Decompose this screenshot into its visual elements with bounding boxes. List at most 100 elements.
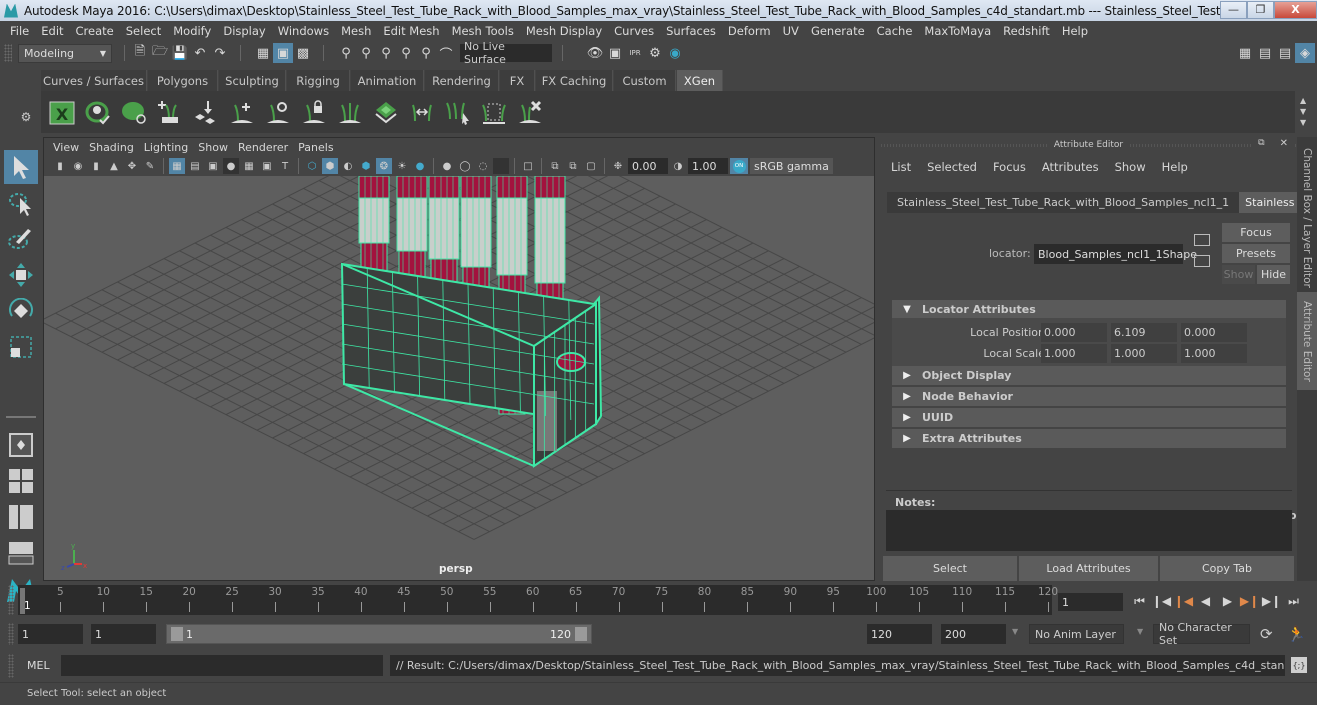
menu-edit-mesh[interactable]: Edit Mesh (377, 24, 445, 38)
step-back-frame-icon[interactable]: ❙◀ (1152, 591, 1171, 611)
rotate-tool-icon[interactable] (4, 294, 38, 328)
shelf-tab-rendering[interactable]: Rendering (425, 70, 499, 91)
grid-icon[interactable]: ▦ (169, 158, 185, 174)
step-back-key-icon[interactable]: ❙◀ (1174, 591, 1193, 611)
depth-of-field-icon[interactable] (493, 158, 509, 174)
safe-title-icon[interactable]: T (277, 158, 293, 174)
isolate-select-icon[interactable]: □ (520, 158, 536, 174)
menu-help[interactable]: Help (1056, 24, 1094, 38)
snap-point-icon[interactable]: ⚲ (376, 43, 396, 63)
select-guides-icon[interactable] (443, 97, 473, 127)
live-surface-field[interactable]: No Live Surface (460, 40, 552, 66)
wireframe-icon[interactable]: ⬡ (304, 158, 320, 174)
show-button[interactable]: Show (1222, 265, 1255, 284)
split-guide-icon[interactable] (335, 97, 365, 127)
playback-end-field[interactable]: 120 (867, 624, 932, 644)
viewport-menu-view[interactable]: View (50, 141, 86, 154)
shelf-tab-fx-caching[interactable]: FX Caching (536, 70, 613, 91)
motion-blur-icon[interactable]: ◯ (457, 158, 473, 174)
ipr-render-icon[interactable]: IPR (625, 43, 645, 63)
viewport-menu-renderer[interactable]: Renderer (235, 141, 295, 154)
select-component-icon[interactable]: ▩ (293, 43, 313, 63)
go-to-end-icon[interactable]: ⏭ (1284, 591, 1303, 611)
camera-attributes-icon[interactable]: ◉ (70, 158, 86, 174)
menu-modify[interactable]: Modify (167, 24, 217, 38)
local-position-x-field[interactable]: 0.000 (1041, 323, 1107, 342)
scale-tool-icon[interactable] (4, 330, 38, 364)
shelf-tab-fx[interactable]: FX (500, 70, 535, 91)
shelf-settings-icon[interactable]: ⚙ (21, 110, 32, 124)
select-hierarchy-icon[interactable]: ▦ (253, 43, 273, 63)
textured-icon[interactable]: ❂ (376, 158, 392, 174)
snap-curve-icon[interactable]: ⚲ (356, 43, 376, 63)
field-chart-icon[interactable]: ▦ (241, 158, 257, 174)
command-input[interactable] (61, 655, 383, 676)
open-scene-icon[interactable]: 🗁 (150, 43, 170, 63)
shelf-tab-animation[interactable]: Animation (351, 70, 424, 91)
close-panel-icon[interactable]: ✕ (1273, 138, 1294, 149)
play-forwards-icon[interactable]: ▶ (1218, 591, 1237, 611)
output-connections-icon[interactable] (1194, 255, 1210, 267)
select-object-icon[interactable]: ▣ (273, 43, 293, 63)
menu-edit[interactable]: Edit (35, 24, 69, 38)
resolution-gate-icon[interactable]: ▣ (205, 158, 221, 174)
menu-mesh[interactable]: Mesh (335, 24, 377, 38)
channel-box-toggle-icon[interactable]: ▤ (1255, 43, 1275, 63)
safe-action-icon[interactable]: ▣ (259, 158, 275, 174)
render-current-frame-icon[interactable]: ▣ (605, 43, 625, 63)
viewport-menu-panels[interactable]: Panels (295, 141, 340, 154)
single-perspective-layout-icon[interactable] (4, 428, 38, 462)
menu-curves[interactable]: Curves (608, 24, 660, 38)
xray-joints-icon[interactable]: ▢ (583, 158, 599, 174)
hypershade-icon[interactable]: ◉ (665, 43, 685, 63)
shadows-icon[interactable]: ● (412, 158, 428, 174)
viewport-persp[interactable]: View Shading Lighting Show Renderer Pane… (43, 137, 875, 581)
tool-settings-icon[interactable]: ▤ (1275, 43, 1295, 63)
exposure-field[interactable]: 0.00 (628, 158, 668, 174)
move-tool-icon[interactable] (4, 258, 38, 292)
select-camera-icon[interactable]: ▮ (52, 158, 68, 174)
xray-icon[interactable]: ⧉ (547, 158, 563, 174)
select-button[interactable]: Select (883, 556, 1017, 581)
animation-end-field[interactable]: 200 (941, 624, 1006, 644)
new-scene-icon[interactable]: 🗎 (130, 43, 150, 63)
section-extra-attributes[interactable]: ▶ Extra Attributes (892, 429, 1286, 448)
guide-visibility-icon[interactable] (263, 97, 293, 127)
lasso-tool-icon[interactable] (4, 186, 38, 220)
viewport-menu-shading[interactable]: Shading (86, 141, 141, 154)
bookmark-icon[interactable]: ▮ (88, 158, 104, 174)
animation-start-field[interactable]: 1 (18, 624, 83, 644)
step-forward-key-icon[interactable]: ▶❙ (1240, 591, 1259, 611)
copy-tab-button[interactable]: Copy Tab (1160, 556, 1294, 581)
menu-maxtomaya[interactable]: MaxToMaya (918, 24, 997, 38)
minimize-button[interactable]: — (1220, 0, 1247, 19)
four-view-layout-icon[interactable] (4, 464, 38, 498)
scroll-up-icon[interactable]: ▲ (1300, 95, 1306, 106)
anim-layer-chevron-icon[interactable]: ▼ (1012, 627, 1018, 636)
shelf-tab-sculpting[interactable]: Sculpting (219, 70, 286, 91)
menu-mesh-display[interactable]: Mesh Display (520, 24, 608, 38)
shelf-tab-rigging[interactable]: Rigging (287, 70, 350, 91)
save-scene-icon[interactable]: 💾 (170, 43, 190, 63)
delete-guides-icon[interactable] (515, 97, 545, 127)
script-editor-icon[interactable]: {;} (1291, 657, 1307, 673)
section-object-display[interactable]: ▶ Object Display (892, 366, 1286, 385)
menu-display[interactable]: Display (217, 24, 271, 38)
gate-mask-icon[interactable]: ● (223, 158, 239, 174)
snap-view-plane-icon[interactable]: ⚲ (396, 43, 416, 63)
grip-handle[interactable] (4, 44, 12, 62)
play-backwards-icon[interactable]: ◀ (1196, 591, 1215, 611)
deselect-guides-icon[interactable] (479, 97, 509, 127)
menu-windows[interactable]: Windows (272, 24, 335, 38)
menu-select[interactable]: Select (120, 24, 167, 38)
smooth-shade-icon[interactable]: ⬢ (322, 158, 338, 174)
xgen-editor-icon[interactable]: X (47, 97, 77, 127)
float-panel-icon[interactable]: ⧉ (1252, 138, 1271, 149)
view-transform-dropdown[interactable]: sRGB gamma (750, 158, 833, 174)
sculpt-guides-icon[interactable] (371, 97, 401, 127)
focus-button[interactable]: Focus (1222, 223, 1290, 242)
ae-menu-show[interactable]: Show (1115, 160, 1146, 174)
exposure-icon[interactable]: ❉ (610, 158, 626, 174)
node-name-field[interactable]: Blood_Samples_ncl1_1Shape (1034, 244, 1197, 264)
3d-scene[interactable]: y x z (44, 176, 875, 581)
